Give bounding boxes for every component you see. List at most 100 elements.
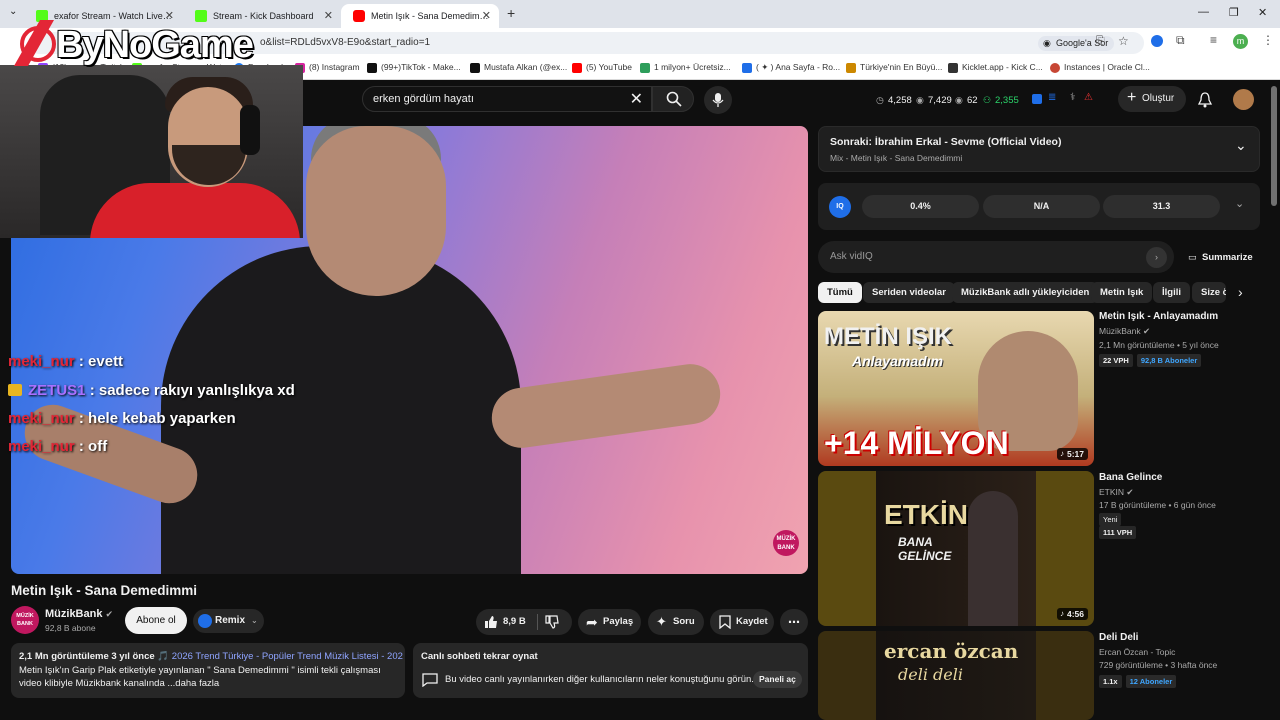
ask-vidiq-input[interactable]: Ask vidIQ › bbox=[818, 241, 1174, 273]
channel-name[interactable]: MüzikBank ✔ bbox=[45, 608, 113, 620]
chat-user: meki_nur bbox=[8, 410, 75, 427]
account-avatar[interactable] bbox=[1233, 89, 1254, 110]
vidiq-stat-clock: ◷ 4,258 bbox=[876, 95, 912, 106]
bookmark-item[interactable]: (8) Instagram bbox=[295, 62, 360, 73]
summarize-button[interactable]: ▭ Summarize bbox=[1188, 252, 1253, 263]
browser-menu-icon[interactable]: ⋮ bbox=[1262, 33, 1274, 47]
rec-thumbnail[interactable]: METİN IŞIK Anlayamadım +14 MİLYON ♪ 5:17 bbox=[818, 311, 1094, 466]
minimize-icon[interactable]: — bbox=[1198, 6, 1209, 18]
description-meta: 2,1 Mn görüntüleme 3 yıl önce 🎵 2026 Tre… bbox=[19, 651, 403, 662]
chat-text: : sadece rakıyı yanlışlıkya xd bbox=[89, 382, 295, 399]
send-icon[interactable]: › bbox=[1146, 247, 1167, 268]
rec-thumbnail[interactable]: ercan özcan deli deli bbox=[818, 631, 1094, 720]
rec-title[interactable]: Metin Işık - Anlayamadım bbox=[1099, 311, 1218, 322]
rec-meta: 729 görüntüleme • 3 hafta önce bbox=[1099, 660, 1218, 670]
chip-artist[interactable]: Metin Işık bbox=[1091, 282, 1153, 303]
rec-channel[interactable]: Ercan Özcan - Topic bbox=[1099, 647, 1175, 657]
chevron-down-icon[interactable]: ⌄ bbox=[1235, 137, 1247, 154]
extension-icon[interactable] bbox=[1151, 35, 1163, 47]
bookmark-item[interactable]: Instances | Oracle Cl... bbox=[1050, 62, 1150, 73]
chip-all[interactable]: Tümü bbox=[818, 282, 862, 303]
kicklet-icon bbox=[948, 63, 958, 73]
page-scrollbar[interactable] bbox=[1271, 86, 1277, 206]
search-button[interactable] bbox=[652, 86, 694, 112]
thumb-title: METİN IŞIK bbox=[824, 323, 953, 350]
more-actions-button[interactable]: ⋯ bbox=[780, 609, 808, 635]
bookmark-star-icon[interactable]: ☆ bbox=[1118, 34, 1129, 48]
ask-label: Soru bbox=[673, 616, 695, 627]
description-box[interactable]: 2,1 Mn görüntüleme 3 yıl önce 🎵 2026 Tre… bbox=[11, 643, 405, 698]
plus-icon: + bbox=[1127, 89, 1137, 106]
x-icon bbox=[470, 63, 480, 73]
up-next-subtitle: Mix - Metin Işık - Sana Demedimmi bbox=[830, 153, 963, 163]
chip-series[interactable]: Seriden videolar bbox=[863, 282, 955, 303]
subs-badge: 12 Aboneler bbox=[1125, 675, 1177, 688]
chevron-right-icon[interactable]: › bbox=[1238, 284, 1243, 300]
reading-list-icon[interactable]: ≡ bbox=[1210, 33, 1217, 47]
chip-for-you[interactable]: Size ö bbox=[1192, 282, 1226, 303]
vidiq-stat: 0.4% bbox=[862, 195, 979, 218]
vph-badge: 1.1x bbox=[1099, 675, 1122, 688]
chevron-down-icon[interactable]: ⌄ bbox=[1235, 197, 1244, 210]
ask-button[interactable]: ✦ Soru bbox=[648, 609, 704, 635]
close-tab-icon[interactable]: ✕ bbox=[165, 9, 174, 22]
vidiq-icon[interactable] bbox=[1032, 94, 1042, 104]
close-tab-icon[interactable]: ✕ bbox=[482, 9, 491, 22]
tab-search-icon[interactable]: ⌄ bbox=[9, 6, 17, 17]
tab-youtube-video[interactable]: Metin Işık - Sana Demedimmi - ✕ bbox=[341, 4, 499, 28]
save-button[interactable]: Kaydet bbox=[710, 609, 774, 635]
sparkle-icon: ✦ bbox=[656, 614, 667, 629]
create-button[interactable]: + Oluştur bbox=[1118, 86, 1186, 112]
alert-icon[interactable]: ⚠ bbox=[1084, 92, 1093, 103]
new-badge: Yeni bbox=[1099, 513, 1125, 526]
install-app-icon[interactable]: ⎘ bbox=[1096, 35, 1105, 48]
channel-avatar[interactable]: MÜZİK BANK bbox=[11, 606, 39, 634]
chip-uploader[interactable]: MüzikBank adlı yükleyiciden bbox=[952, 282, 1099, 303]
vidiq-stat-subscribers: ⚇ 2,355 bbox=[983, 95, 1019, 106]
bookmark-item[interactable]: Türkiye'nin En Büyü... bbox=[846, 62, 942, 73]
bookmark-item[interactable]: Kicklet.app - Kick C... bbox=[948, 62, 1043, 73]
divider bbox=[537, 614, 538, 630]
search-input[interactable]: erken gördüm hayatı ✕ bbox=[362, 86, 652, 112]
like-button[interactable]: 8,9 B bbox=[476, 609, 536, 635]
bookmark-item[interactable]: 1 milyon+ Ücretsiz... bbox=[640, 62, 731, 73]
chip-related[interactable]: İlgili bbox=[1153, 282, 1190, 303]
maximize-icon[interactable]: ❐ bbox=[1229, 6, 1239, 19]
youtube-icon bbox=[353, 10, 365, 22]
bookmark-item[interactable]: Mustafa Alkan (@ex... bbox=[470, 62, 567, 73]
voice-search-button[interactable] bbox=[704, 86, 732, 114]
bell-icon[interactable] bbox=[1198, 92, 1212, 108]
bookmark-item[interactable]: (99+)TikTok - Make... bbox=[367, 62, 461, 73]
rec-thumbnail[interactable]: ETKİN BANA GELİNCE ♪ 4:56 bbox=[818, 471, 1094, 626]
close-window-icon[interactable]: ✕ bbox=[1258, 6, 1267, 19]
roblox-icon bbox=[742, 63, 752, 73]
rec-channel[interactable]: ETKIN ✔ bbox=[1099, 487, 1134, 498]
chat-replay-box: Canlı sohbeti tekrar oynat Bu video canl… bbox=[413, 643, 808, 698]
rec-badges: 1.1x 12 Aboneler bbox=[1099, 675, 1177, 688]
share-button[interactable]: ➦ Paylaş bbox=[578, 609, 641, 635]
oracle-icon bbox=[1050, 63, 1060, 73]
vph-badge: 22 VPH bbox=[1099, 354, 1133, 367]
rec-title[interactable]: Deli Deli bbox=[1099, 632, 1138, 643]
playlist-tag[interactable]: 🎵 2026 Trend Türkiye - Popüler Trend Müz… bbox=[157, 651, 403, 662]
profile-avatar[interactable]: m bbox=[1233, 34, 1248, 49]
close-tab-icon[interactable]: ✕ bbox=[324, 9, 333, 22]
up-next-panel[interactable]: Sonraki: İbrahim Erkal - Sevme (Official… bbox=[818, 126, 1260, 172]
bookmark-item[interactable]: (5) YouTube bbox=[572, 62, 632, 73]
crown-icon bbox=[8, 384, 22, 396]
bookmark-item[interactable]: ( ✦ ) Ana Sayfa - Ro... bbox=[742, 62, 840, 73]
vidiq-icon bbox=[198, 614, 212, 628]
remix-button[interactable]: Remix ⌄ bbox=[193, 609, 264, 633]
rec-channel[interactable]: MüzikBank ✔ bbox=[1099, 326, 1150, 337]
subscribe-button[interactable]: Abone ol bbox=[125, 607, 187, 634]
new-tab-button[interactable]: + bbox=[507, 5, 515, 21]
magic-icon[interactable]: ⚕ bbox=[1070, 92, 1075, 103]
thumb-down-icon[interactable] bbox=[545, 615, 559, 629]
open-panel-button[interactable]: Paneli aç bbox=[753, 671, 802, 688]
stats-icon[interactable]: ≣ bbox=[1048, 92, 1056, 103]
vidiq-stat: 31.3 bbox=[1103, 195, 1220, 218]
rec-title[interactable]: Bana Gelince bbox=[1099, 472, 1162, 483]
puzzle-extensions-icon[interactable]: ⧉ bbox=[1176, 33, 1185, 48]
clear-search-icon[interactable]: ✕ bbox=[630, 89, 643, 109]
channel-watermark[interactable]: MÜZİK BANK bbox=[773, 530, 799, 556]
